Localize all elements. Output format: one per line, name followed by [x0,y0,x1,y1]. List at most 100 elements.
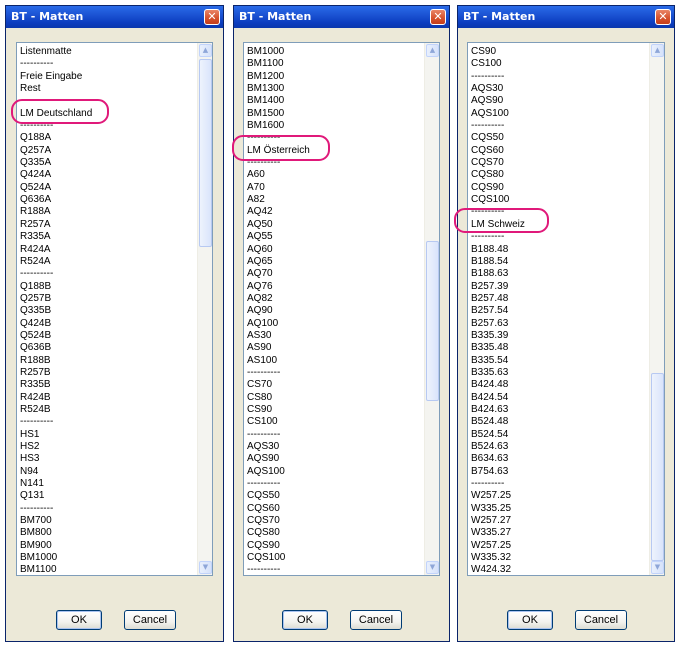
list-item[interactable]: CQS100 [247,552,422,564]
scroll-up-arrow-icon[interactable]: ▲ [426,44,439,57]
list-item[interactable]: AQ50 [247,219,422,231]
list-item[interactable]: Q335A [20,157,195,169]
list-item[interactable]: R188A [20,206,195,218]
list-item[interactable]: CQS100 [471,194,647,206]
list-item[interactable]: CQS90 [471,182,647,194]
list-item[interactable]: CQS90 [247,540,422,552]
list-item[interactable]: B188.48 [471,244,647,256]
list-item[interactable]: Listenmatte [20,46,195,58]
list-item[interactable]: CS70 [247,379,422,391]
scroll-up-arrow-icon[interactable]: ▲ [651,44,664,57]
dialog-3-scrollbar[interactable]: ▲ ▼ [649,43,664,575]
cancel-button[interactable]: Cancel [124,610,176,630]
list-item[interactable]: B335.48 [471,342,647,354]
list-item[interactable]: Q636A [20,194,195,206]
list-item[interactable]: AQ100 [247,318,422,330]
list-item[interactable]: B754.63 [471,466,647,478]
list-item[interactable]: Q424A [20,169,195,181]
list-item[interactable]: AQ55 [247,231,422,243]
list-item[interactable]: W257.25 [471,540,647,552]
list-item[interactable]: BM1000 [20,552,195,564]
list-item[interactable]: CS100 [471,58,647,70]
list-item[interactable]: CQS70 [247,515,422,527]
list-item-lm-deutschland[interactable]: LM Deutschland [20,108,195,120]
list-item[interactable]: B335.54 [471,355,647,367]
list-item[interactable]: B335.63 [471,367,647,379]
list-item[interactable]: W257.27 [471,515,647,527]
list-item[interactable]: AQ70 [247,268,422,280]
list-item[interactable]: R335B [20,379,195,391]
list-item[interactable]: BM700 [20,515,195,527]
list-item[interactable]: R424B [20,392,195,404]
list-item[interactable]: B634.63 [471,453,647,465]
list-item[interactable]: BM1300 [247,83,422,95]
dialog-2-close-button[interactable]: ✕ [430,9,446,25]
list-item[interactable]: Q524B [20,330,195,342]
list-item[interactable]: BM1400 [247,95,422,107]
list-item[interactable]: Q188B [20,281,195,293]
list-item[interactable]: AQ60 [247,244,422,256]
dialog-1-scroll-thumb[interactable] [199,59,212,247]
list-item[interactable]: AQS30 [471,83,647,95]
list-item[interactable]: Rest [20,83,195,95]
list-item[interactable]: BM1100 [247,58,422,70]
list-item[interactable]: B424.63 [471,404,647,416]
list-item[interactable]: R188B [20,355,195,367]
list-item[interactable]: CQS60 [247,503,422,515]
dialog-2-scroll-thumb[interactable] [426,241,439,401]
list-item[interactable]: Q636B [20,342,195,354]
list-item[interactable]: BM1600 [247,120,422,132]
dialog-1-scrollbar[interactable]: ▲ ▼ [197,43,212,575]
list-item[interactable]: AQ65 [247,256,422,268]
cancel-button[interactable]: Cancel [350,610,402,630]
list-item[interactable]: BM1100 [20,564,195,575]
list-item[interactable]: CQS80 [471,169,647,181]
dialog-3-scroll-thumb[interactable] [651,373,664,561]
list-item[interactable]: AQ42 [247,206,422,218]
list-item[interactable]: B524.54 [471,429,647,441]
ok-button[interactable]: OK [507,610,553,630]
dialog-1-listbox[interactable]: Listenmatte ---------- Freie Eingabe Res… [16,42,213,576]
ok-button[interactable]: OK [282,610,328,630]
list-item[interactable]: B257.63 [471,318,647,330]
dialog-2-listbox[interactable]: BM1000 BM1100 BM1200 BM1300 BM1400 BM150… [243,42,440,576]
list-item[interactable]: HS2 [20,441,195,453]
list-item[interactable]: B424.48 [471,379,647,391]
list-item[interactable]: N94 [20,466,195,478]
list-item[interactable]: B524.63 [471,441,647,453]
list-item[interactable]: CQS80 [247,527,422,539]
list-item[interactable]: W257.25 [471,490,647,502]
list-item[interactable]: AQS90 [247,453,422,465]
list-item[interactable]: B335.39 [471,330,647,342]
list-item[interactable]: N141 [20,478,195,490]
list-item[interactable]: Q335B [20,305,195,317]
list-item[interactable]: B424.54 [471,392,647,404]
scroll-down-arrow-icon[interactable]: ▼ [651,561,664,574]
list-item[interactable]: W335.25 [471,503,647,515]
list-item[interactable]: A60 [247,169,422,181]
scroll-up-arrow-icon[interactable]: ▲ [199,44,212,57]
list-item[interactable]: BM900 [20,540,195,552]
list-item[interactable]: Q424B [20,318,195,330]
list-item[interactable]: CQS50 [471,132,647,144]
list-item[interactable]: B188.63 [471,268,647,280]
list-item[interactable]: CQS50 [247,490,422,502]
dialog-3-close-button[interactable]: ✕ [655,9,671,25]
list-item[interactable]: Q524A [20,182,195,194]
list-item[interactable]: BM1500 [247,108,422,120]
list-item[interactable]: CS90 [247,404,422,416]
list-item[interactable]: AQS90 [471,95,647,107]
list-item[interactable]: W335.32 [471,552,647,564]
list-item[interactable]: B188.54 [471,256,647,268]
list-item[interactable]: R524B [20,404,195,416]
list-item[interactable]: A70 [247,182,422,194]
list-item[interactable]: Q257A [20,145,195,157]
ok-button[interactable]: OK [56,610,102,630]
list-item[interactable]: Q131 [20,490,195,502]
list-item[interactable]: HS1 [20,429,195,441]
cancel-button[interactable]: Cancel [575,610,627,630]
list-item[interactable]: B524.48 [471,416,647,428]
list-item[interactable]: R524A [20,256,195,268]
list-item[interactable]: Q188A [20,132,195,144]
list-item[interactable]: R335A [20,231,195,243]
